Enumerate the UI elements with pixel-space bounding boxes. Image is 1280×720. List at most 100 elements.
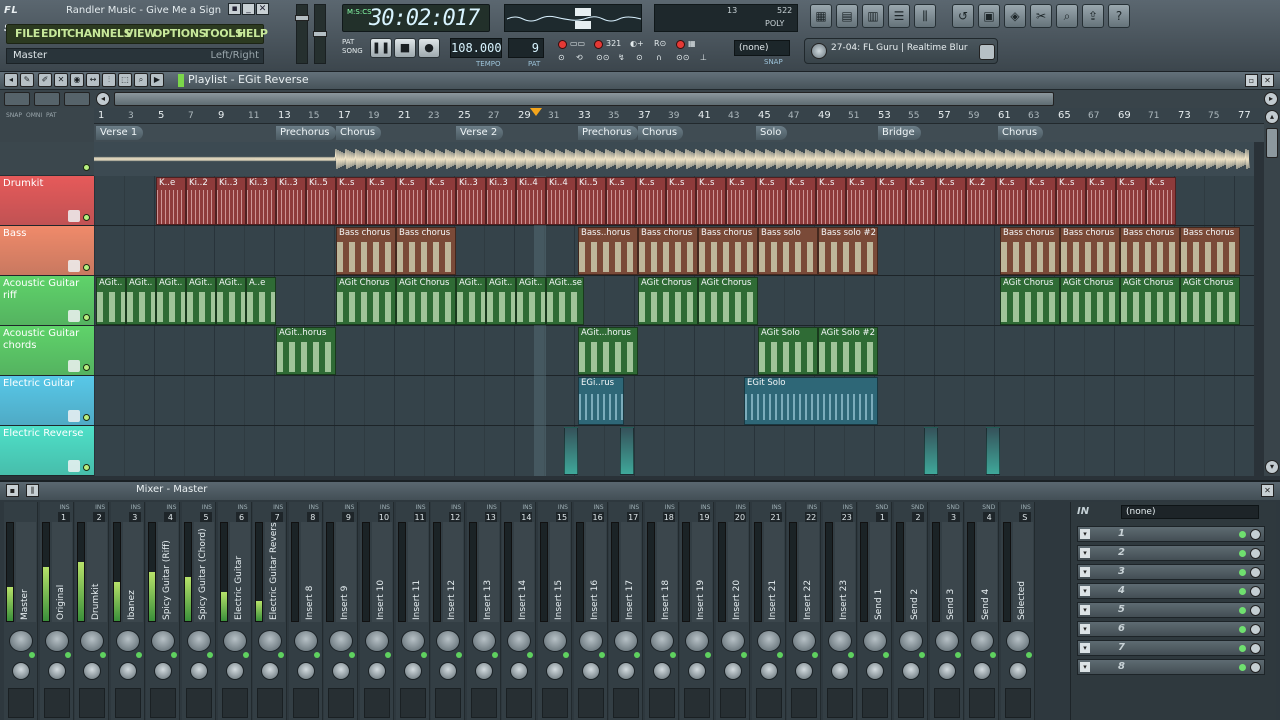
routing-button[interactable] xyxy=(328,688,355,718)
playback-tool-icon[interactable]: ▶ xyxy=(150,73,164,87)
track-enable-led[interactable] xyxy=(83,214,90,221)
fx-slot[interactable]: ▾ 6 xyxy=(1077,621,1265,637)
pattern-clip[interactable]: K..s xyxy=(876,177,906,225)
volume-knob[interactable] xyxy=(866,662,885,680)
menu-view[interactable]: VIEW xyxy=(125,25,156,43)
slot-menu-arrow-icon[interactable]: ▾ xyxy=(1080,643,1090,653)
slot-enable-led[interactable] xyxy=(1239,607,1246,614)
slot-menu-arrow-icon[interactable]: ▾ xyxy=(1080,662,1090,672)
countdown-icon[interactable]: 321 xyxy=(606,39,624,49)
pattern-clip[interactable]: Ki..3 xyxy=(276,177,306,225)
pattern-clip[interactable]: K..s xyxy=(786,177,816,225)
strip-enable-led[interactable] xyxy=(29,652,35,658)
routing-button[interactable] xyxy=(150,688,177,718)
pattern-clip[interactable]: Bass chorus xyxy=(1120,227,1180,275)
volume-knob[interactable] xyxy=(510,662,529,680)
pattern-clip[interactable]: K..s xyxy=(666,177,696,225)
playlist-icon[interactable]: ▦ xyxy=(810,4,832,28)
pattern-clip[interactable]: K..s xyxy=(936,177,966,225)
pattern-clip[interactable]: K..s xyxy=(366,177,396,225)
pan-knob[interactable] xyxy=(115,630,140,652)
mixer-strip[interactable]: INS 8 Insert 8 xyxy=(288,502,323,720)
volume-knob[interactable] xyxy=(617,662,636,680)
timeline-marker[interactable]: Chorus xyxy=(638,126,684,140)
volume-knob[interactable] xyxy=(118,662,137,680)
strip-enable-led[interactable] xyxy=(741,652,747,658)
pan-knob[interactable] xyxy=(222,630,247,652)
playlist-restore-button[interactable]: ▫ xyxy=(1245,74,1258,87)
pattern-clip[interactable]: AGit...horus xyxy=(578,327,638,375)
track-instrument-icon[interactable] xyxy=(68,260,80,272)
track-instrument-icon[interactable] xyxy=(68,410,80,422)
volume-knob[interactable] xyxy=(652,662,671,680)
volume-knob[interactable] xyxy=(368,662,386,680)
menu-edit[interactable]: EDIT xyxy=(41,25,68,43)
volume-knob[interactable] xyxy=(795,662,814,680)
track-header[interactable]: Electric Guitar xyxy=(0,376,94,426)
routing-button[interactable] xyxy=(221,688,248,718)
routing-button[interactable] xyxy=(8,688,34,718)
strip-enable-led[interactable] xyxy=(135,652,142,658)
mixer-strip[interactable]: INS 1 Original xyxy=(39,502,74,720)
master-volume-slider[interactable] xyxy=(295,4,309,64)
fx-slot[interactable]: ▾ 4 xyxy=(1077,583,1265,599)
audio-clip[interactable] xyxy=(986,427,1000,475)
audio-waveform-clip[interactable] xyxy=(93,142,1254,176)
mixer-title[interactable]: Mixer - Master xyxy=(136,484,207,495)
routing-button[interactable] xyxy=(1004,688,1031,718)
mixer-strip[interactable]: INS 22 Insert 22 xyxy=(787,502,822,720)
pan-knob[interactable] xyxy=(649,630,674,652)
audio-clip[interactable] xyxy=(564,427,578,475)
slot-mix-knob[interactable] xyxy=(1250,586,1261,597)
pattern-clip[interactable]: EGi..rus xyxy=(578,377,624,425)
routing-button[interactable] xyxy=(791,688,818,718)
pattern-clip[interactable]: K..s xyxy=(606,177,636,225)
pan-knob[interactable] xyxy=(293,630,318,652)
multilink-icon[interactable]: ⊙⊙ xyxy=(676,53,694,63)
playlist-menu-icon[interactable]: ◂ xyxy=(4,73,18,87)
pan-knob[interactable] xyxy=(329,630,354,652)
playlist-vertical-scrollbar[interactable]: ▴ ▾ xyxy=(1264,108,1280,476)
volume-knob[interactable] xyxy=(759,662,778,680)
mixer-strip[interactable]: INS 20 Insert 20 xyxy=(716,502,750,720)
pattern-clip[interactable]: AGit Chorus xyxy=(698,277,758,325)
timeline-marker[interactable]: Verse 2 xyxy=(456,126,504,140)
slot-mix-knob[interactable] xyxy=(1250,662,1261,673)
pan-knob[interactable] xyxy=(543,630,567,652)
strip-enable-led[interactable] xyxy=(598,652,605,658)
strip-enable-led[interactable] xyxy=(883,652,890,658)
pattern-clip[interactable]: A..e xyxy=(246,277,276,325)
strip-enable-led[interactable] xyxy=(812,652,819,658)
slider-handle[interactable] xyxy=(295,15,309,21)
pattern-clip[interactable]: Ki..2 xyxy=(186,177,216,225)
pattern-clip[interactable]: Ki..5 xyxy=(306,177,336,225)
menu-help[interactable]: HELP xyxy=(237,25,268,43)
strip-enable-led[interactable] xyxy=(990,652,997,658)
mixer-strip[interactable]: INS 16 Insert 16 xyxy=(573,502,608,720)
slot-mix-knob[interactable] xyxy=(1250,548,1261,559)
track-header[interactable]: Bass xyxy=(0,226,94,276)
playlist-close-button[interactable]: ✕ xyxy=(1261,74,1274,87)
menu-channels[interactable]: CHANNELS xyxy=(67,25,132,43)
timeline-marker[interactable]: Chorus xyxy=(336,126,382,140)
strip-enable-led[interactable] xyxy=(669,652,676,658)
scrollbar-thumb[interactable] xyxy=(1266,128,1278,158)
strip-enable-led[interactable] xyxy=(1025,652,1032,658)
pattern-clip[interactable]: Bass chorus xyxy=(1000,227,1060,275)
mixer-strip[interactable]: INS 10 Insert 10 xyxy=(360,502,394,720)
track-header[interactable]: Electric Reverse xyxy=(0,426,94,476)
strip-enable-led[interactable] xyxy=(705,652,712,658)
pattern-clip[interactable]: K..e xyxy=(156,177,186,225)
volume-knob[interactable] xyxy=(12,662,30,680)
pattern-clip[interactable]: K..s xyxy=(1146,177,1176,225)
strip-enable-led[interactable] xyxy=(100,652,107,658)
pattern-clip[interactable]: AGit Chorus xyxy=(1180,277,1240,325)
routing-button[interactable] xyxy=(613,688,640,718)
volume-knob[interactable] xyxy=(47,662,66,680)
volume-knob[interactable] xyxy=(724,662,742,680)
slider-handle[interactable] xyxy=(313,31,327,37)
pan-knob[interactable] xyxy=(721,630,745,652)
playlist-title[interactable]: Playlist - EGit Reverse xyxy=(188,73,309,87)
mixer-strip[interactable]: SND 3 Send 3 xyxy=(929,502,964,720)
routing-button[interactable] xyxy=(79,688,106,718)
